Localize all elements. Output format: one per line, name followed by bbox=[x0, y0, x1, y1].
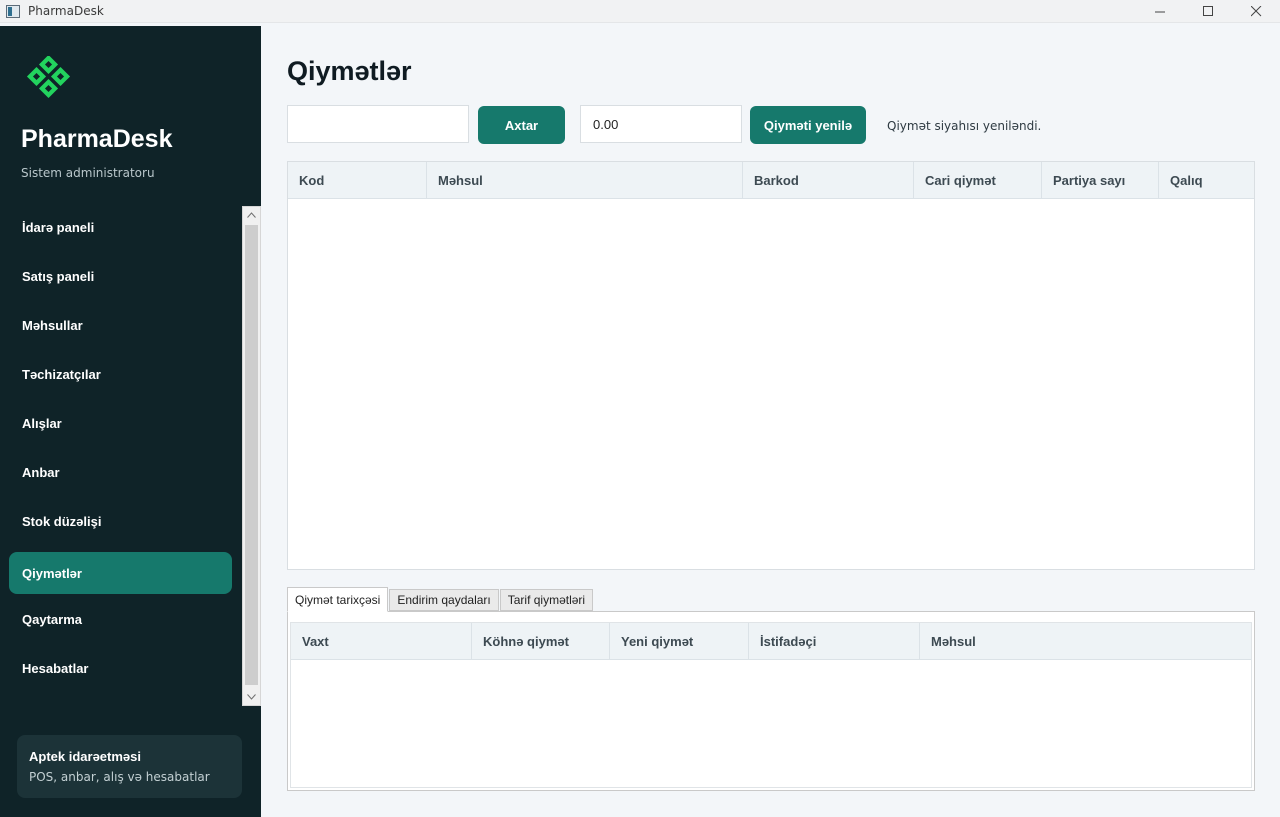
sidebar-item-warehouse[interactable]: Anbar bbox=[9, 451, 232, 493]
scroll-down-icon[interactable] bbox=[243, 689, 260, 705]
app-icon bbox=[6, 4, 20, 18]
column-header-barcode[interactable]: Barkod bbox=[743, 162, 914, 199]
status-message: Qiymət siyahısı yeniləndi. bbox=[887, 119, 1042, 133]
window-controls bbox=[1136, 0, 1280, 23]
bottom-tabs: Qiymət tarixçəsi Endirim qaydaları Tarif… bbox=[287, 587, 594, 612]
column-header-current-price[interactable]: Cari qiymət bbox=[914, 162, 1042, 199]
column-header-new-price[interactable]: Yeni qiymət bbox=[610, 623, 749, 660]
brand-name: PharmaDesk bbox=[21, 125, 173, 153]
maximize-icon[interactable] bbox=[1184, 0, 1232, 23]
pharmadesk-logo-icon bbox=[24, 52, 76, 108]
tab-price-history[interactable]: Qiymət tarixçəsi bbox=[287, 587, 389, 612]
main-content: Qiymətlər Axtar Qiyməti yenilə Qiymət si… bbox=[261, 26, 1280, 817]
sidebar-item-prices[interactable]: Qiymətlər bbox=[9, 552, 232, 594]
price-history-table[interactable]: Vaxt Köhnə qiymət Yeni qiymət İstifadəçi… bbox=[290, 622, 1252, 788]
column-header-user[interactable]: İstifadəçi bbox=[749, 623, 920, 660]
update-price-button[interactable]: Qiyməti yenilə bbox=[750, 106, 866, 144]
products-table-header: Kod Məhsul Barkod Cari qiymət Partiya sa… bbox=[288, 162, 1254, 199]
search-input[interactable] bbox=[287, 105, 469, 143]
info-card: Aptek idarəetməsi POS, anbar, alış və he… bbox=[17, 735, 242, 798]
price-input[interactable] bbox=[580, 105, 742, 143]
sidebar-scrollbar[interactable] bbox=[242, 206, 261, 706]
column-header-batch-count[interactable]: Partiya sayı bbox=[1042, 162, 1159, 199]
sidebar-item-suppliers[interactable]: Təchizatçılar bbox=[9, 353, 232, 395]
minimize-icon[interactable] bbox=[1136, 0, 1184, 23]
tab-discount-rules[interactable]: Endirim qaydaları bbox=[389, 589, 499, 611]
sidebar-item-sales[interactable]: Satış paneli bbox=[9, 255, 232, 297]
info-card-subtitle: POS, anbar, alış və hesabatlar bbox=[29, 770, 210, 784]
price-history-table-header: Vaxt Köhnə qiymət Yeni qiymət İstifadəçi… bbox=[291, 623, 1251, 660]
info-card-title: Aptek idarəetməsi bbox=[29, 749, 141, 764]
sidebar-item-returns[interactable]: Qaytarma bbox=[9, 598, 232, 640]
sidebar-item-stock-adjustment[interactable]: Stok düzəlişi bbox=[9, 500, 232, 542]
sidebar-item-products[interactable]: Məhsullar bbox=[9, 304, 232, 346]
page-title: Qiymətlər bbox=[287, 56, 412, 86]
sidebar-nav: İdarə paneli Satış paneli Məhsullar Təch… bbox=[0, 206, 240, 706]
column-header-product[interactable]: Məhsul bbox=[427, 162, 743, 199]
products-table[interactable]: Kod Məhsul Barkod Cari qiymət Partiya sa… bbox=[287, 161, 1255, 570]
scroll-up-icon[interactable] bbox=[243, 207, 260, 223]
sidebar: PharmaDesk Sistem administratoru İdarə p… bbox=[0, 26, 261, 817]
user-role: Sistem administratoru bbox=[21, 166, 155, 180]
sidebar-item-reports[interactable]: Hesabatlar bbox=[9, 647, 232, 689]
column-header-old-price[interactable]: Köhnə qiymət bbox=[472, 623, 610, 660]
close-icon[interactable] bbox=[1232, 0, 1280, 23]
tab-tariff-prices[interactable]: Tarif qiymətləri bbox=[499, 589, 594, 611]
column-header-code[interactable]: Kod bbox=[288, 162, 427, 199]
window-titlebar: PharmaDesk bbox=[0, 0, 1280, 23]
sidebar-item-purchases[interactable]: Alışlar bbox=[9, 402, 232, 444]
scroll-thumb[interactable] bbox=[245, 225, 258, 685]
search-button[interactable]: Axtar bbox=[478, 106, 565, 144]
column-header-balance[interactable]: Qalıq bbox=[1159, 162, 1254, 199]
column-header-time[interactable]: Vaxt bbox=[291, 623, 472, 660]
window-title: PharmaDesk bbox=[28, 4, 104, 18]
column-header-history-product[interactable]: Məhsul bbox=[920, 623, 1251, 660]
sidebar-item-dashboard[interactable]: İdarə paneli bbox=[9, 206, 232, 248]
tab-panel-price-history: Vaxt Köhnə qiymət Yeni qiymət İstifadəçi… bbox=[287, 611, 1255, 791]
